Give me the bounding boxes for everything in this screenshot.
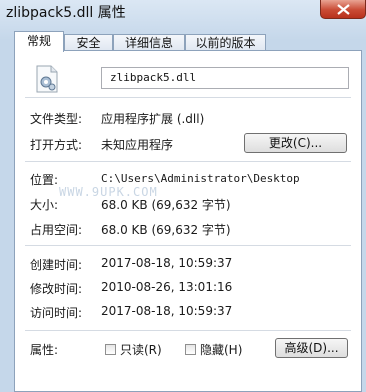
divider [25,330,351,331]
change-button[interactable]: 更改(C)... [244,133,347,153]
opens-with-value: 未知应用程序 [101,138,174,152]
opens-with-label: 打开方式: [30,138,83,152]
tab-previous-versions[interactable]: 以前的版本 [185,34,266,51]
file-type-value: 应用程序扩展 (.dll) [101,112,205,126]
divider [25,161,351,162]
tab-details[interactable]: 详细信息 [113,34,185,51]
close-button[interactable] [320,0,366,19]
accessed-value: 2017-08-18, 10:59:37 [101,304,233,318]
tab-security[interactable]: 安全 [64,34,113,51]
properties-window: zlibpack5.dll 属性 常规 安全 详细信息 以前的版本 zlibpa [0,0,366,392]
readonly-checkbox[interactable] [105,344,116,355]
title-bar[interactable]: zlibpack5.dll 属性 [0,0,366,26]
created-label: 创建时间: [30,258,83,272]
window-title: zlibpack5.dll 属性 [6,5,126,21]
size-value: 68.0 KB (69,632 字节) [101,198,231,212]
modified-value: 2010-08-26, 13:01:16 [101,280,233,294]
size-on-disk-value: 68.0 KB (69,632 字节) [101,223,231,237]
created-value: 2017-08-18, 10:59:37 [101,256,233,270]
file-type-label: 文件类型: [30,112,83,126]
modified-label: 修改时间: [30,282,83,296]
file-name-field[interactable]: zlibpack5.dll [101,67,349,89]
hidden-checkbox[interactable] [185,344,196,355]
attributes-label: 属性: [30,343,59,357]
divider [25,245,351,246]
location-label: 位置: [30,173,59,187]
accessed-label: 访问时间: [30,306,83,320]
close-icon [337,4,350,15]
location-value: C:\Users\Administrator\Desktop [101,172,300,185]
tab-general[interactable]: 常规 [14,31,64,52]
readonly-label[interactable]: 只读(R) [120,341,162,358]
divider [25,97,351,98]
hidden-label[interactable]: 隐藏(H) [200,341,242,358]
advanced-button[interactable]: 高级(D)... [275,338,348,358]
dll-file-icon [36,65,58,93]
size-on-disk-label: 占用空间: [30,223,83,237]
size-label: 大小: [30,198,59,212]
general-panel: zlibpack5.dll 文件类型: 应用程序扩展 (.dll) 打开方式: … [14,50,362,392]
